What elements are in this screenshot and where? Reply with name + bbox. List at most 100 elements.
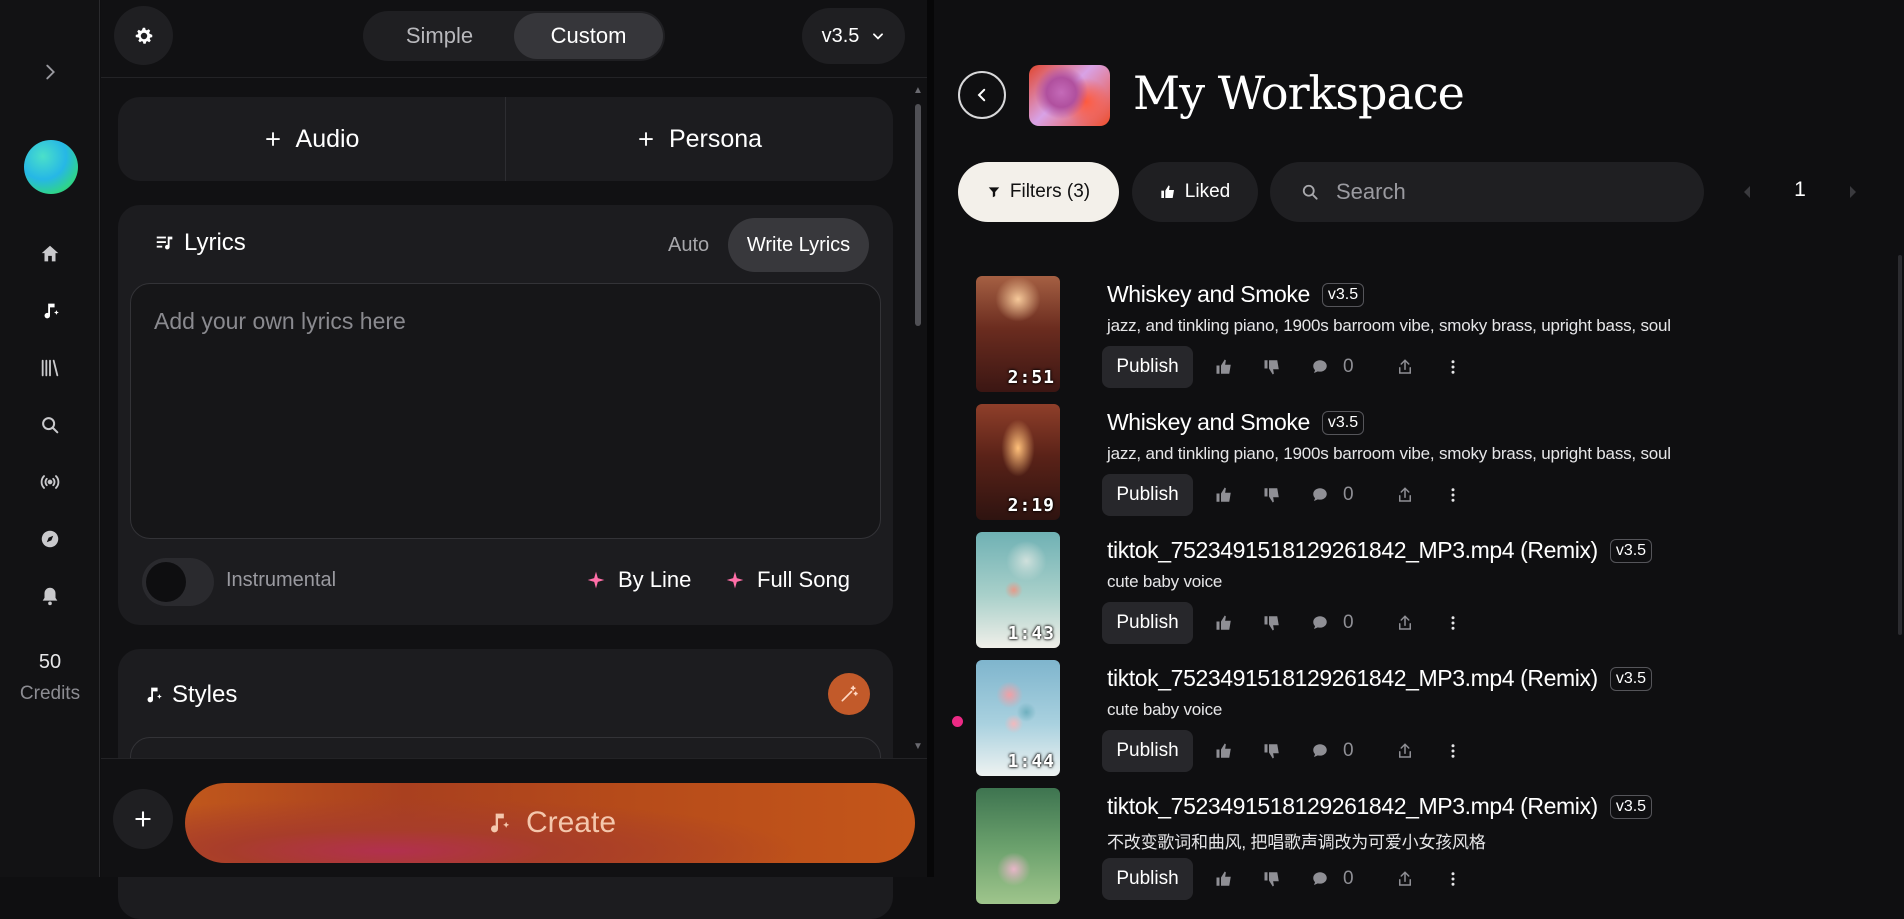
workspace-panel: My Workspace Filters (3) Liked 1 2:51 Whi…: [934, 0, 1904, 904]
thumbs-down-icon[interactable]: [1261, 484, 1283, 506]
settings-button[interactable]: [114, 6, 173, 65]
create-button[interactable]: Create: [185, 783, 915, 863]
thumbs-up-icon[interactable]: [1213, 740, 1235, 762]
song-title[interactable]: tiktok_7523491518129261842_MP3.mp4 (Remi…: [1107, 537, 1598, 564]
full-song-button[interactable]: Full Song: [725, 567, 850, 593]
comment-icon[interactable]: [1309, 740, 1331, 762]
share-icon[interactable]: [1394, 484, 1416, 506]
create-music-icon[interactable]: [36, 297, 64, 325]
thumbs-up-icon[interactable]: [1213, 356, 1235, 378]
lyrics-input-box: [130, 283, 881, 539]
instrumental-label: Instrumental: [226, 569, 337, 591]
thumbs-down-icon[interactable]: [1261, 356, 1283, 378]
song-title-row: Whiskey and Smoke v3.5: [1107, 281, 1365, 308]
user-avatar[interactable]: [24, 140, 78, 194]
song-title[interactable]: Whiskey and Smoke: [1107, 409, 1310, 436]
thumbs-up-icon: [1161, 185, 1174, 198]
next-page-button[interactable]: [1846, 182, 1860, 202]
song-cover[interactable]: 2:51: [976, 276, 1060, 392]
liked-button[interactable]: Liked: [1132, 162, 1258, 222]
create-panel-scrollbar[interactable]: [915, 104, 921, 326]
more-options-icon[interactable]: [1442, 740, 1464, 762]
filter-funnel-icon: [988, 187, 1000, 198]
publish-button[interactable]: Publish: [1102, 730, 1193, 772]
mode-custom-tab[interactable]: Custom: [514, 13, 663, 59]
song-row[interactable]: 2:19 Whiskey and Smoke v3.5 jazz, and tinkl…: [934, 404, 1894, 522]
song-tags: cute baby voice: [1107, 572, 1223, 591]
share-icon[interactable]: [1394, 740, 1416, 762]
thumbs-down-icon[interactable]: [1261, 612, 1283, 634]
more-options-icon[interactable]: [1442, 868, 1464, 890]
by-line-button[interactable]: By Line: [586, 567, 691, 593]
workspace-search-input[interactable]: [1336, 179, 1656, 205]
scroll-down-arrow[interactable]: ▼: [913, 742, 923, 752]
song-version-badge: v3.5: [1609, 666, 1653, 691]
song-row[interactable]: 2:51 Whiskey and Smoke v3.5 jazz, and tinkl…: [934, 276, 1894, 394]
lyrics-auto-tab[interactable]: Auto: [668, 230, 709, 260]
publish-button[interactable]: Publish: [1102, 858, 1193, 900]
song-actions: Publish 0: [1102, 730, 1464, 772]
search-icon[interactable]: [36, 411, 64, 439]
instrumental-toggle[interactable]: [142, 558, 214, 606]
comment-icon[interactable]: [1309, 868, 1331, 890]
workspace-scrollbar[interactable]: [1898, 255, 1902, 635]
publish-button[interactable]: Publish: [1102, 346, 1193, 388]
share-icon[interactable]: [1394, 612, 1416, 634]
model-version-select[interactable]: v3.5: [802, 8, 905, 64]
add-button[interactable]: [113, 789, 173, 849]
comment-icon[interactable]: [1309, 612, 1331, 634]
song-cover[interactable]: 1:43: [976, 532, 1060, 648]
scroll-up-arrow[interactable]: ▲: [913, 86, 923, 96]
plus-icon: [265, 132, 280, 146]
workspace-title: My Workspace: [1133, 66, 1465, 120]
new-indicator-dot: [952, 716, 963, 727]
expand-chevron-icon[interactable]: [36, 58, 64, 86]
more-options-icon[interactable]: [1442, 612, 1464, 634]
song-row[interactable]: 1:43 tiktok_7523491518129261842_MP3.mp4 (…: [934, 532, 1894, 650]
previous-page-button[interactable]: [1740, 182, 1754, 202]
mode-simple-tab[interactable]: Simple: [365, 13, 514, 59]
filters-button[interactable]: Filters (3): [958, 162, 1119, 222]
song-cover[interactable]: 2:19: [976, 404, 1060, 520]
back-button[interactable]: [958, 71, 1006, 119]
add-persona-button[interactable]: Persona: [505, 97, 893, 181]
share-icon[interactable]: [1394, 868, 1416, 890]
share-icon[interactable]: [1394, 356, 1416, 378]
lyrics-input[interactable]: [154, 308, 857, 514]
song-row[interactable]: 1:44 tiktok_7523491518129261842_MP3.mp4 (…: [934, 660, 1894, 778]
song-title[interactable]: tiktok_7523491518129261842_MP3.mp4 (Remi…: [1107, 665, 1598, 692]
left-rail: 50 Credits: [0, 0, 100, 877]
comment-count: 0: [1343, 484, 1354, 505]
more-options-icon[interactable]: [1442, 356, 1464, 378]
song-row[interactable]: tiktok_7523491518129261842_MP3.mp4 (Remi…: [934, 788, 1894, 906]
panel-divider[interactable]: [927, 0, 934, 877]
library-icon[interactable]: [36, 354, 64, 382]
comment-count: 0: [1343, 356, 1354, 377]
toggle-knob: [146, 562, 186, 602]
thumbs-up-icon[interactable]: [1213, 484, 1235, 506]
lyrics-write-tab[interactable]: Write Lyrics: [728, 218, 869, 272]
add-audio-button[interactable]: Audio: [118, 97, 505, 181]
create-music-icon: [490, 813, 510, 833]
comment-icon[interactable]: [1309, 356, 1331, 378]
thumbs-up-icon[interactable]: [1213, 612, 1235, 634]
radio-broadcast-icon[interactable]: [36, 468, 64, 496]
publish-button[interactable]: Publish: [1102, 602, 1193, 644]
comment-icon[interactable]: [1309, 484, 1331, 506]
song-title[interactable]: Whiskey and Smoke: [1107, 281, 1310, 308]
explore-compass-icon[interactable]: [36, 525, 64, 553]
thumbs-up-icon[interactable]: [1213, 868, 1235, 890]
song-title-row: tiktok_7523491518129261842_MP3.mp4 (Remi…: [1107, 665, 1653, 692]
thumbs-down-icon[interactable]: [1261, 740, 1283, 762]
home-icon[interactable]: [36, 240, 64, 268]
thumbs-down-icon[interactable]: [1261, 868, 1283, 890]
style-magic-button[interactable]: [828, 673, 870, 715]
notifications-bell-icon[interactable]: [36, 582, 64, 610]
add-persona-label: Persona: [668, 124, 763, 153]
publish-button[interactable]: Publish: [1102, 474, 1193, 516]
song-cover[interactable]: 1:44: [976, 660, 1060, 776]
song-cover[interactable]: [976, 788, 1060, 904]
song-tags: cute baby voice: [1107, 700, 1223, 719]
song-title[interactable]: tiktok_7523491518129261842_MP3.mp4 (Remi…: [1107, 793, 1598, 820]
more-options-icon[interactable]: [1442, 484, 1464, 506]
